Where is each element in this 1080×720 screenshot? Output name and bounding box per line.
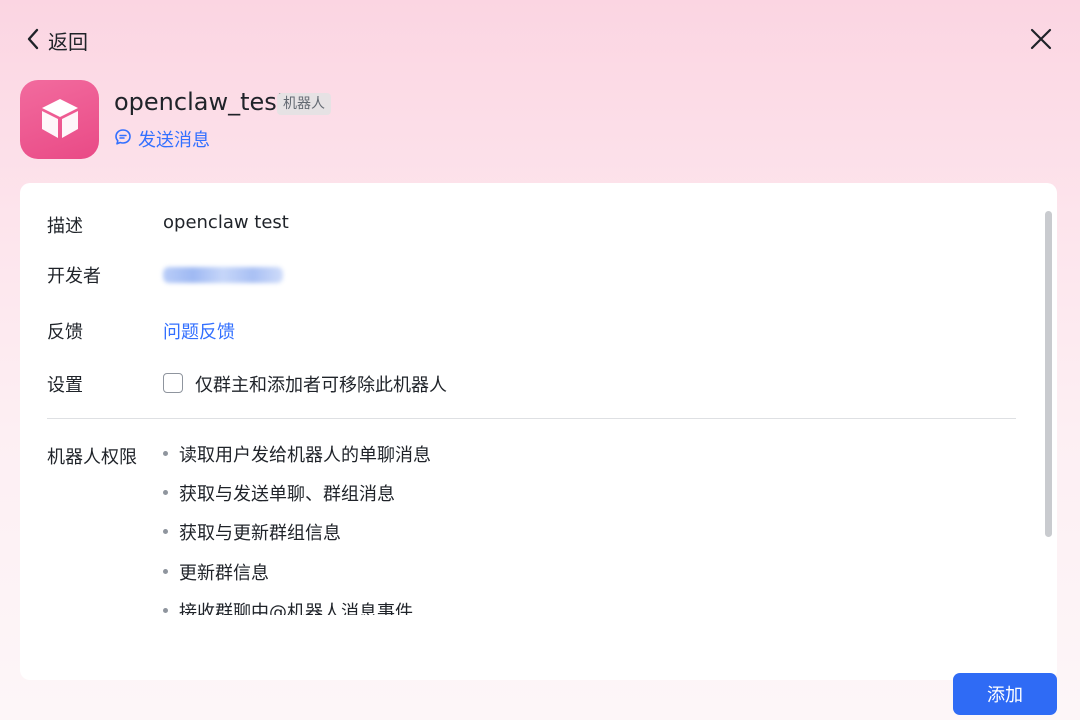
permission-text: 更新群信息 (179, 562, 269, 584)
permissions-list: 读取用户发给机器人的单聊消息 获取与发送单聊、群组消息 获取与更新群组信息 更新… (163, 441, 663, 615)
list-item: 获取与更新群组信息 (163, 519, 663, 558)
remove-permission-checkbox[interactable] (163, 373, 183, 393)
permission-text: 读取用户发给机器人的单聊消息 (179, 445, 431, 466)
send-message-label: 发送消息 (138, 130, 210, 151)
divider (47, 418, 1016, 419)
bullet-icon (163, 490, 168, 496)
close-button[interactable] (1028, 26, 1054, 56)
add-button[interactable]: 添加 (953, 673, 1057, 715)
permission-text: 接收群聊中@机器人消息事件 (179, 601, 413, 615)
remove-permission-label[interactable]: 仅群主和添加者可移除此机器人 (195, 371, 447, 397)
bot-name: openclaw_test (114, 88, 287, 116)
feedback-label: 反馈 (47, 322, 83, 343)
chat-bubble-icon (114, 128, 132, 150)
feedback-link[interactable]: 问题反馈 (163, 318, 235, 344)
close-icon (1028, 28, 1054, 56)
bot-badge: 机器人 (277, 93, 331, 115)
permission-text: 获取与发送单聊、群组消息 (179, 484, 395, 506)
developer-label: 开发者 (47, 266, 101, 287)
bullet-icon (163, 607, 168, 613)
bot-details-card: 描述 openclaw test 开发者 反馈 问题反馈 设置 仅群主和添加者可… (20, 183, 1057, 680)
back-button[interactable]: 返回 (26, 26, 88, 55)
bot-avatar (20, 80, 99, 159)
back-label: 返回 (48, 30, 88, 54)
developer-value-redacted (163, 267, 283, 283)
bullet-icon (163, 568, 168, 574)
scrollbar[interactable] (1045, 211, 1052, 537)
description-label: 描述 (47, 216, 83, 237)
send-message-link[interactable]: 发送消息 (114, 126, 210, 152)
bullet-icon (163, 529, 168, 535)
list-item: 读取用户发给机器人的单聊消息 (163, 441, 663, 480)
bullet-icon (163, 451, 168, 456)
permission-text: 获取与更新群组信息 (179, 523, 341, 545)
chevron-left-icon (26, 28, 40, 54)
settings-label: 设置 (47, 375, 83, 396)
list-item: 接收群聊中@机器人消息事件 (163, 598, 663, 615)
list-item: 获取与发送单聊、群组消息 (163, 480, 663, 519)
description-value: openclaw test (163, 212, 289, 233)
cube-icon (33, 91, 87, 149)
list-item: 更新群信息 (163, 559, 663, 598)
permissions-label: 机器人权限 (47, 447, 137, 468)
